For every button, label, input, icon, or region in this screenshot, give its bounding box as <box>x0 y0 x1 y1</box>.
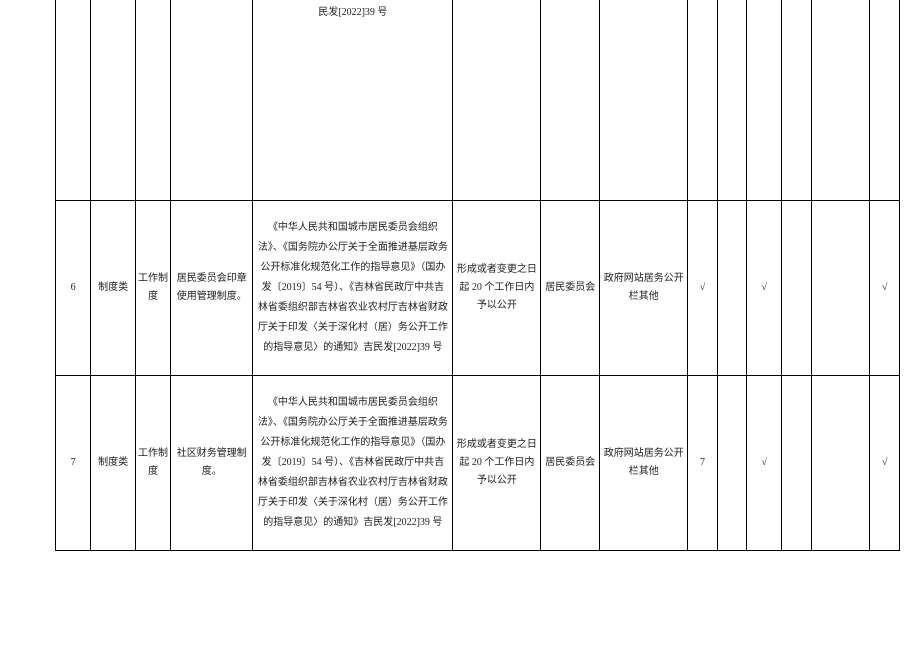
cell-mark-3 <box>782 375 811 550</box>
cell-mark-4 <box>811 200 870 375</box>
cell-index <box>56 0 91 200</box>
cell-mark-3 <box>782 200 811 375</box>
cell-index: 7 <box>56 375 91 550</box>
cell-mark-2 <box>747 0 782 200</box>
basis-fragment: 民发[2022]39 号 <box>318 7 387 18</box>
cell-channel: 政府网站居务公开栏其他 <box>600 200 688 375</box>
table-row: 6 制度类 工作制度 居民委员会印章使用管理制度。 《中华人民共和国城市居民委员… <box>56 200 900 375</box>
cell-mark-5: √ <box>870 375 900 550</box>
cell-mark-0: 7 <box>688 375 717 550</box>
cell-timeframe <box>453 0 541 200</box>
cell-mark-5 <box>870 0 900 200</box>
cell-subcategory <box>135 0 170 200</box>
cell-mark-1 <box>717 200 746 375</box>
table-row: 民发[2022]39 号 <box>56 0 900 200</box>
cell-basis: 民发[2022]39 号 <box>253 0 453 200</box>
cell-item-name: 居民委员会印章使用管理制度。 <box>171 200 253 375</box>
cell-category <box>91 0 136 200</box>
cell-item-name: 社区财务管理制度。 <box>171 375 253 550</box>
cell-mark-3 <box>782 0 811 200</box>
cell-mark-4 <box>811 0 870 200</box>
disclosure-table: 民发[2022]39 号 6 制度类 工作制度 居民委员会印章使用管理制度。 《… <box>55 0 900 551</box>
cell-subject: 居民委员会 <box>541 375 600 550</box>
cell-mark-1 <box>717 0 746 200</box>
cell-timeframe: 形成或者变更之日起 20 个工作日内予以公开 <box>453 375 541 550</box>
cell-mark-5: √ <box>870 200 900 375</box>
document-table-container: 民发[2022]39 号 6 制度类 工作制度 居民委员会印章使用管理制度。 《… <box>55 0 900 551</box>
cell-mark-1 <box>717 375 746 550</box>
cell-mark-4 <box>811 375 870 550</box>
cell-basis: 《中华人民共和国城市居民委员会组织法》、《国务院办公厅关于全面推进基层政务公开标… <box>253 375 453 550</box>
cell-category: 制度类 <box>91 375 136 550</box>
cell-subject <box>541 0 600 200</box>
cell-index: 6 <box>56 200 91 375</box>
cell-mark-2: √ <box>747 200 782 375</box>
cell-mark-2: √ <box>747 375 782 550</box>
cell-basis: 《中华人民共和国城市居民委员会组织法》、《国务院办公厅关于全面推进基层政务公开标… <box>253 200 453 375</box>
cell-channel: 政府网站居务公开栏其他 <box>600 375 688 550</box>
cell-timeframe: 形成或者变更之日起 20 个工作日内予以公开 <box>453 200 541 375</box>
table-row: 7 制度类 工作制度 社区财务管理制度。 《中华人民共和国城市居民委员会组织法》… <box>56 375 900 550</box>
cell-subcategory: 工作制度 <box>135 200 170 375</box>
cell-item-name <box>171 0 253 200</box>
cell-mark-0 <box>688 0 717 200</box>
cell-channel <box>600 0 688 200</box>
cell-category: 制度类 <box>91 200 136 375</box>
cell-subcategory: 工作制度 <box>135 375 170 550</box>
cell-mark-0: √ <box>688 200 717 375</box>
cell-subject: 居民委员会 <box>541 200 600 375</box>
